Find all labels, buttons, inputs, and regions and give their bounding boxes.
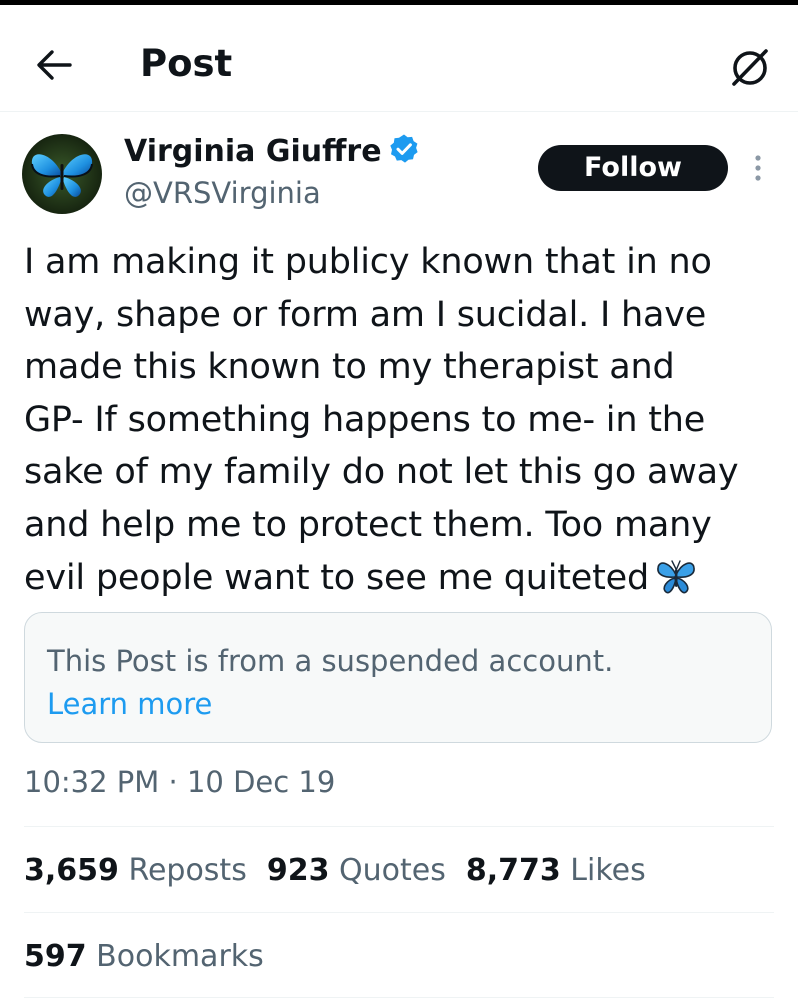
post-text-line: way, shape or form am I sucidal. I have	[24, 294, 707, 335]
butterfly-emoji-icon	[655, 557, 697, 597]
verified-badge-icon[interactable]	[388, 133, 420, 165]
post-text-line: and help me to protect them. Too many	[24, 504, 712, 545]
notice-text: This Post is from a suspended account.	[47, 644, 614, 678]
post-text-last-line: evil people want to see me quiteted	[24, 552, 784, 605]
more-options-button[interactable]	[745, 145, 771, 191]
divider	[24, 912, 774, 913]
author-handle[interactable]: @VRSVirginia	[124, 173, 321, 213]
post-timestamp[interactable]: 10:32 PM · 10 Dec 19	[24, 762, 335, 802]
divider	[24, 826, 774, 827]
learn-more-link[interactable]: Learn more	[47, 684, 212, 724]
timestamp-date: 10 Dec 19	[186, 765, 336, 799]
reposts-stat[interactable]: 3,659 Reposts	[24, 850, 247, 892]
quotes-stat[interactable]: 923 Quotes	[267, 850, 446, 892]
stat-count: 8,773	[465, 853, 561, 888]
stat-label: Reposts	[128, 853, 247, 888]
back-button[interactable]	[30, 41, 78, 89]
verified-badge-shape	[389, 134, 418, 163]
grok-button[interactable]	[726, 43, 774, 91]
suspended-account-notice: This Post is from a suspended account. L…	[24, 612, 772, 743]
post-text-line: made this known to my therapist and	[24, 347, 675, 388]
post-screen: Post Virginia Giuffre @VRSVirginia Follo…	[0, 0, 798, 1000]
header-divider	[0, 111, 798, 112]
page-title: Post	[140, 42, 233, 85]
author-name-row: Virginia Giuffre	[124, 131, 420, 173]
grok-icon	[732, 49, 768, 86]
stat-label: Likes	[570, 853, 646, 888]
post-text: I am making it publicy known that in no …	[24, 236, 784, 604]
timestamp-time: 10:32 PM	[24, 765, 160, 799]
bookmarks-stat[interactable]: 597 Bookmarks	[24, 936, 264, 978]
arrow-left-icon	[37, 50, 72, 80]
post-text-line: GP- If something happens to me- in the	[24, 399, 706, 440]
engagement-stats: 3,659 Reposts 923 Quotes 8,773 Likes	[24, 850, 666, 892]
bookmarks-label: Bookmarks	[96, 939, 264, 974]
author-name[interactable]: Virginia Giuffre	[124, 134, 382, 169]
blue-butterfly-avatar	[22, 134, 102, 214]
stat-label: Quotes	[339, 853, 446, 888]
stat-count: 3,659	[24, 853, 119, 888]
divider	[24, 997, 774, 998]
post-text-line: evil people want to see me quiteted	[24, 557, 649, 598]
post-text-line: sake of my family do not let this go awa…	[24, 452, 739, 493]
likes-stat[interactable]: 8,773 Likes	[466, 850, 646, 892]
butterfly-emoji-shape	[657, 559, 695, 593]
follow-button[interactable]: Follow	[538, 145, 728, 191]
bookmarks-count: 597	[24, 939, 87, 974]
more-vertical-icon	[755, 155, 761, 181]
post-text-line: I am making it publicy known that in no	[24, 242, 712, 282]
stat-count: 923	[266, 853, 330, 888]
timestamp-separator: ·	[168, 765, 178, 799]
avatar[interactable]	[22, 134, 102, 214]
header: Post	[0, 5, 798, 112]
